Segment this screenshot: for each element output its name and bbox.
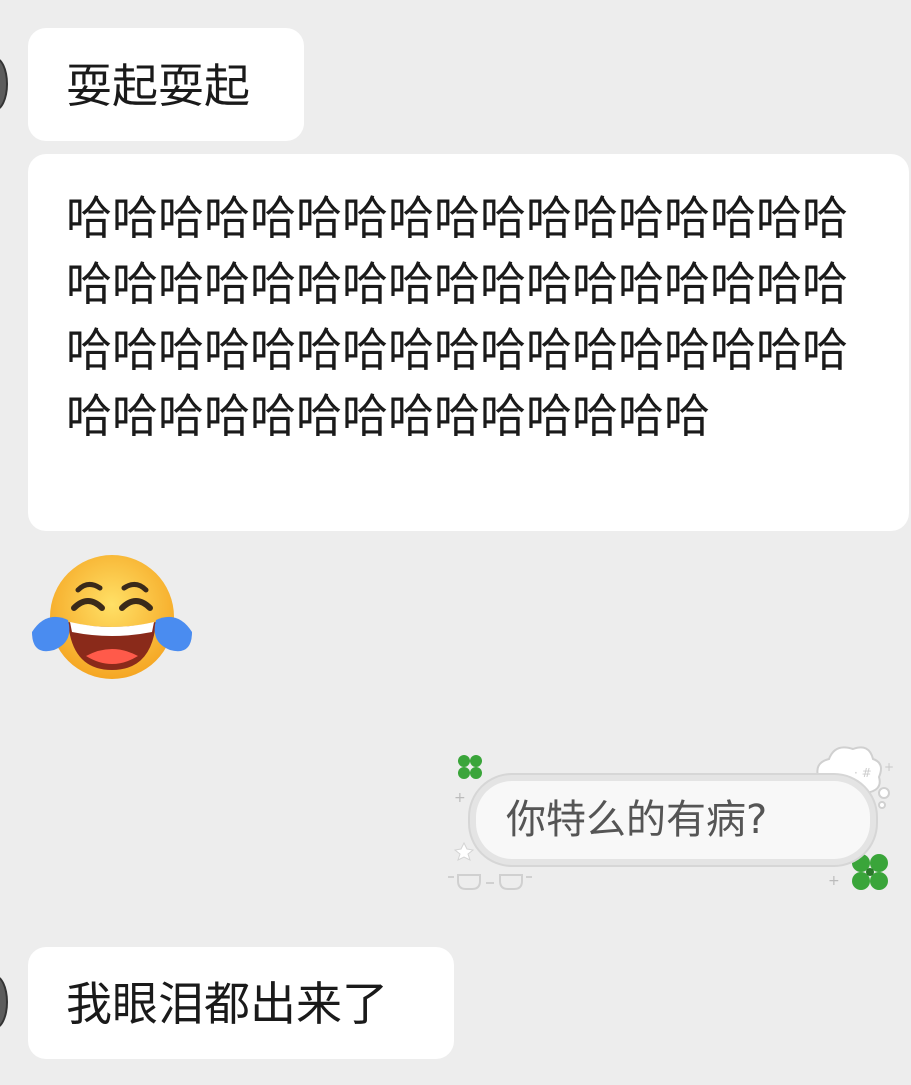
message-text: 我眼泪都出来了: [66, 977, 388, 1031]
message-text: 耍起耍起: [66, 59, 250, 113]
svg-text:+: +: [884, 760, 894, 774]
sticker-text: 你特么的有病?: [506, 797, 768, 843]
message-text: 哈哈哈哈哈哈哈哈哈哈哈哈哈哈哈哈哈哈哈哈哈哈哈哈哈哈哈哈哈哈哈哈哈哈哈哈哈哈哈哈…: [66, 191, 848, 443]
tears-of-joy-emoji[interactable]: [30, 552, 194, 682]
svg-text:+: +: [828, 873, 840, 889]
sticker-message[interactable]: + + + · # 你特么的有病?: [444, 735, 906, 900]
message-bubble-3[interactable]: 我眼泪都出来了: [28, 947, 454, 1059]
svg-text:+: +: [454, 790, 466, 806]
sender-avatar[interactable]: [0, 975, 8, 1029]
message-bubble-1[interactable]: 耍起耍起: [28, 28, 304, 141]
sender-avatar[interactable]: [0, 57, 8, 111]
tears-of-joy-icon: [32, 555, 192, 679]
svg-text:· #: · #: [854, 766, 872, 780]
message-bubble-2[interactable]: 哈哈哈哈哈哈哈哈哈哈哈哈哈哈哈哈哈哈哈哈哈哈哈哈哈哈哈哈哈哈哈哈哈哈哈哈哈哈哈哈…: [28, 154, 909, 531]
